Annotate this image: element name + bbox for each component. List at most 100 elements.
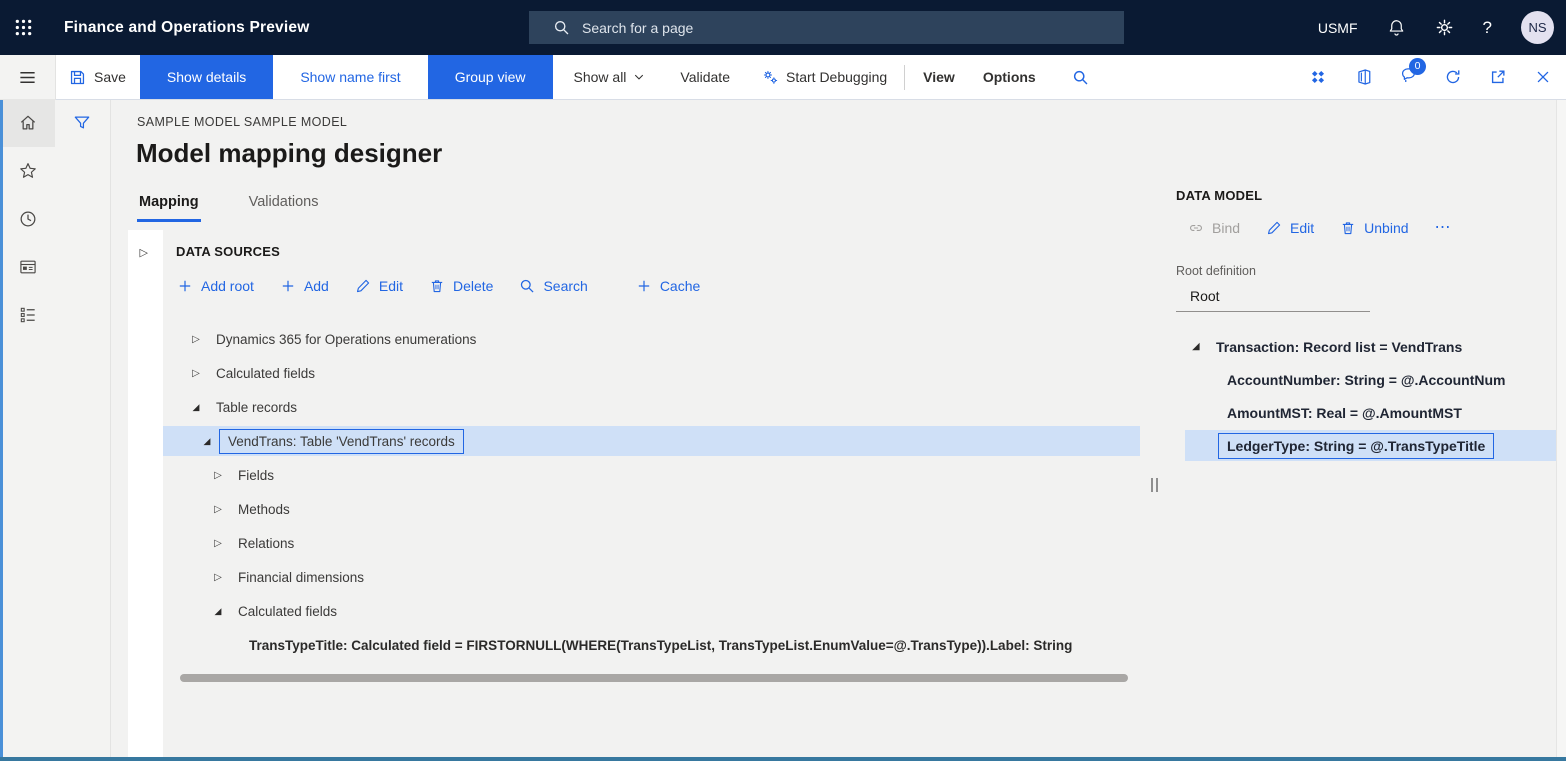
show-all-label: Show all (574, 69, 627, 85)
search-icon (519, 278, 535, 294)
cache-button[interactable]: Cache (636, 278, 700, 294)
unbind-button[interactable]: Unbind (1340, 220, 1408, 236)
tree-item[interactable]: ◢ Calculated fields (163, 594, 1140, 628)
bell-icon[interactable] (1387, 18, 1406, 37)
more-button[interactable]: ⋯ (1435, 223, 1453, 233)
tree-item-label: Relations (238, 536, 294, 551)
dm-edit-label: Edit (1290, 220, 1314, 236)
tree-item-label: Calculated fields (238, 604, 337, 619)
tree-item[interactable]: AmountMST: Real = @.AmountMST (1176, 396, 1556, 429)
office-icon[interactable] (1354, 68, 1372, 86)
sidebar-item-favorites[interactable] (0, 147, 55, 195)
collapse-tree-arrow-icon[interactable]: ◢ (201, 436, 213, 447)
help-icon[interactable]: ? (1483, 18, 1492, 38)
tree-item-label: AmountMST: Real = @.AmountMST (1227, 405, 1462, 421)
expand-tree-arrow-icon[interactable]: ▷ (190, 368, 202, 379)
search-label: Search (543, 278, 587, 294)
app-window: Finance and Operations Preview USMF ? NS (0, 0, 1566, 761)
waffle-icon (14, 18, 33, 37)
expand-tree-arrow-icon[interactable]: ▷ (212, 572, 224, 583)
plus-icon (636, 278, 652, 294)
pencil-icon (355, 278, 371, 294)
cache-label: Cache (660, 278, 700, 294)
show-details-toggle[interactable]: Show details (140, 55, 273, 99)
tree-item[interactable]: ◢Table records (163, 390, 1140, 424)
sidebar-item-home[interactable] (0, 99, 55, 147)
tree-item[interactable]: ◢VendTrans: Table 'VendTrans' records (163, 426, 1140, 456)
messages-badge: 0 (1409, 58, 1426, 75)
expand-tree-arrow-icon[interactable]: ▷ (190, 334, 202, 345)
add-button[interactable]: Add (280, 278, 329, 294)
collapse-tree-arrow-icon[interactable]: ◢ (190, 402, 202, 413)
data-model-panel: DATA MODEL BindEditUnbind⋯ Root definiti… (1176, 100, 1556, 757)
clock-icon (18, 209, 38, 229)
avatar[interactable]: NS (1521, 11, 1554, 44)
tree-item[interactable]: ▷Dynamics 365 for Operations enumeration… (163, 322, 1140, 356)
search-button[interactable]: Search (519, 278, 587, 294)
add-root-label: Add root (201, 278, 254, 294)
filter-funnel-icon[interactable] (72, 113, 92, 133)
gear-icon[interactable] (1435, 18, 1454, 37)
show-all-dropdown[interactable]: Show all (561, 55, 659, 99)
tree-item[interactable]: ▷Methods (163, 492, 1140, 526)
tree-item[interactable]: ▷ Financial dimensions (163, 560, 1140, 594)
dm-edit-button[interactable]: Edit (1266, 220, 1314, 236)
expand-tree-arrow-icon[interactable]: ▷ (212, 538, 224, 549)
collapse-tree-arrow-icon[interactable]: ◢ (1190, 341, 1202, 352)
dynamics-icon[interactable] (1309, 68, 1327, 86)
expand-tree-arrow-icon[interactable]: ▷ (212, 470, 224, 481)
debug-gears-icon (762, 69, 779, 86)
company-selector[interactable]: USMF (1318, 20, 1358, 36)
app-title[interactable]: Finance and Operations Preview (64, 19, 309, 37)
tree-item[interactable]: AccountNumber: String = @.AccountNum (1176, 363, 1556, 396)
start-debugging-button[interactable]: Start Debugging (749, 55, 900, 99)
options-menu[interactable]: Options (969, 55, 1050, 99)
search-icon (553, 19, 570, 36)
sidebar-item-recent[interactable] (0, 195, 55, 243)
add-root-button[interactable]: Add root (177, 278, 254, 294)
tree-item-label: Financial dimensions (238, 570, 364, 585)
tree-item-label: AccountNumber: String = @.AccountNum (1227, 372, 1506, 388)
root-definition-field[interactable]: Root (1176, 286, 1370, 312)
tab-validations[interactable]: Validations (247, 192, 321, 222)
tree-item[interactable]: ▷Calculated fields (163, 356, 1140, 390)
sidebar-item-workspaces[interactable] (0, 243, 55, 291)
show-name-first-toggle[interactable]: Show name first (273, 55, 427, 99)
global-search-box[interactable] (529, 11, 1124, 44)
search-input[interactable] (580, 19, 1114, 37)
open-in-new-window-icon[interactable] (1489, 68, 1507, 86)
group-view-toggle[interactable]: Group view (428, 55, 553, 99)
horizontal-scrollbar[interactable] (180, 674, 1128, 682)
validate-button[interactable]: Validate (667, 55, 743, 99)
collapse-panel-arrow-icon[interactable]: ▷ (140, 246, 152, 259)
collapse-tree-arrow-icon[interactable]: ◢ (212, 606, 224, 617)
view-menu[interactable]: View (909, 55, 969, 99)
pencil-icon (1266, 220, 1282, 236)
delete-button[interactable]: Delete (429, 278, 493, 294)
panel-splitter-handle[interactable] (1151, 478, 1160, 492)
messages-button[interactable]: 0 (1399, 66, 1417, 89)
vertical-scrollbar-track[interactable] (1556, 100, 1566, 757)
sidebar-item-modules[interactable] (0, 291, 55, 339)
plus-icon (280, 278, 296, 294)
link-icon (1188, 220, 1204, 236)
search-icon[interactable] (1072, 69, 1089, 86)
app-launcher-button[interactable] (0, 0, 46, 55)
expand-nav-button[interactable] (0, 55, 55, 99)
data-model-heading: DATA MODEL (1176, 188, 1262, 203)
tree-item[interactable]: ▷Fields (163, 458, 1140, 492)
tree-item[interactable]: ◢Transaction: Record list = VendTrans (1176, 330, 1556, 363)
edit-button[interactable]: Edit (355, 278, 403, 294)
data-sources-toolbar: Add root Add Edit Delete Search Cache (177, 278, 700, 294)
refresh-icon[interactable] (1444, 68, 1462, 86)
close-icon[interactable] (1534, 68, 1552, 86)
tree-item[interactable]: ▷ Relations (163, 526, 1140, 560)
tree-item[interactable]: TransTypeTitle: Calculated field = FIRST… (163, 628, 1140, 662)
save-button[interactable]: Save (55, 55, 140, 99)
tree-item[interactable]: LedgerType: String = @.TransTypeTitle (1185, 430, 1566, 461)
tab-mapping[interactable]: Mapping (137, 192, 201, 222)
panel-collapse-gutter: ▷ (128, 230, 163, 757)
workspace-icon (18, 257, 38, 277)
data-sources-heading: DATA SOURCES (176, 244, 280, 259)
expand-tree-arrow-icon[interactable]: ▷ (212, 504, 224, 515)
